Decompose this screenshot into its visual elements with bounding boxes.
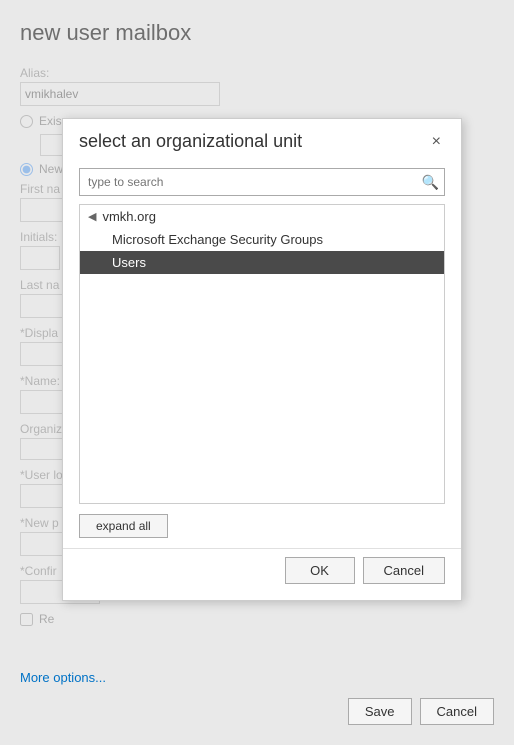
- tree-container: ◀ vmkh.org Microsoft Exchange Security G…: [79, 204, 445, 504]
- dialog-search-area: 🔍: [63, 160, 461, 204]
- save-button[interactable]: Save: [348, 698, 412, 725]
- tree-node-users[interactable]: Users: [80, 251, 444, 274]
- tree-node-root[interactable]: ◀ vmkh.org: [80, 205, 444, 228]
- search-icon: 🔍: [422, 174, 439, 191]
- page-footer: Save Cancel: [348, 698, 494, 725]
- tree-users-label: Users: [112, 255, 146, 270]
- org-unit-dialog: select an organizational unit × 🔍 ◀ vmkh…: [62, 118, 462, 601]
- cancel-dialog-button[interactable]: Cancel: [363, 557, 445, 584]
- tree-root-label: vmkh.org: [102, 209, 155, 224]
- dialog-header: select an organizational unit ×: [63, 119, 461, 160]
- more-options-link[interactable]: More options...: [20, 670, 106, 685]
- search-container: 🔍: [79, 168, 445, 196]
- expand-all-button[interactable]: expand all: [79, 514, 168, 538]
- close-button[interactable]: ×: [428, 134, 445, 150]
- collapse-icon: ◀: [88, 210, 96, 223]
- search-input[interactable]: [79, 168, 445, 196]
- tree-exchange-label: Microsoft Exchange Security Groups: [112, 232, 323, 247]
- dialog-footer: OK Cancel: [63, 548, 461, 600]
- cancel-page-button[interactable]: Cancel: [420, 698, 494, 725]
- dialog-title: select an organizational unit: [79, 131, 302, 152]
- tree-node-exchange[interactable]: Microsoft Exchange Security Groups: [80, 228, 444, 251]
- expand-all-row: expand all: [63, 504, 461, 548]
- ok-button[interactable]: OK: [285, 557, 355, 584]
